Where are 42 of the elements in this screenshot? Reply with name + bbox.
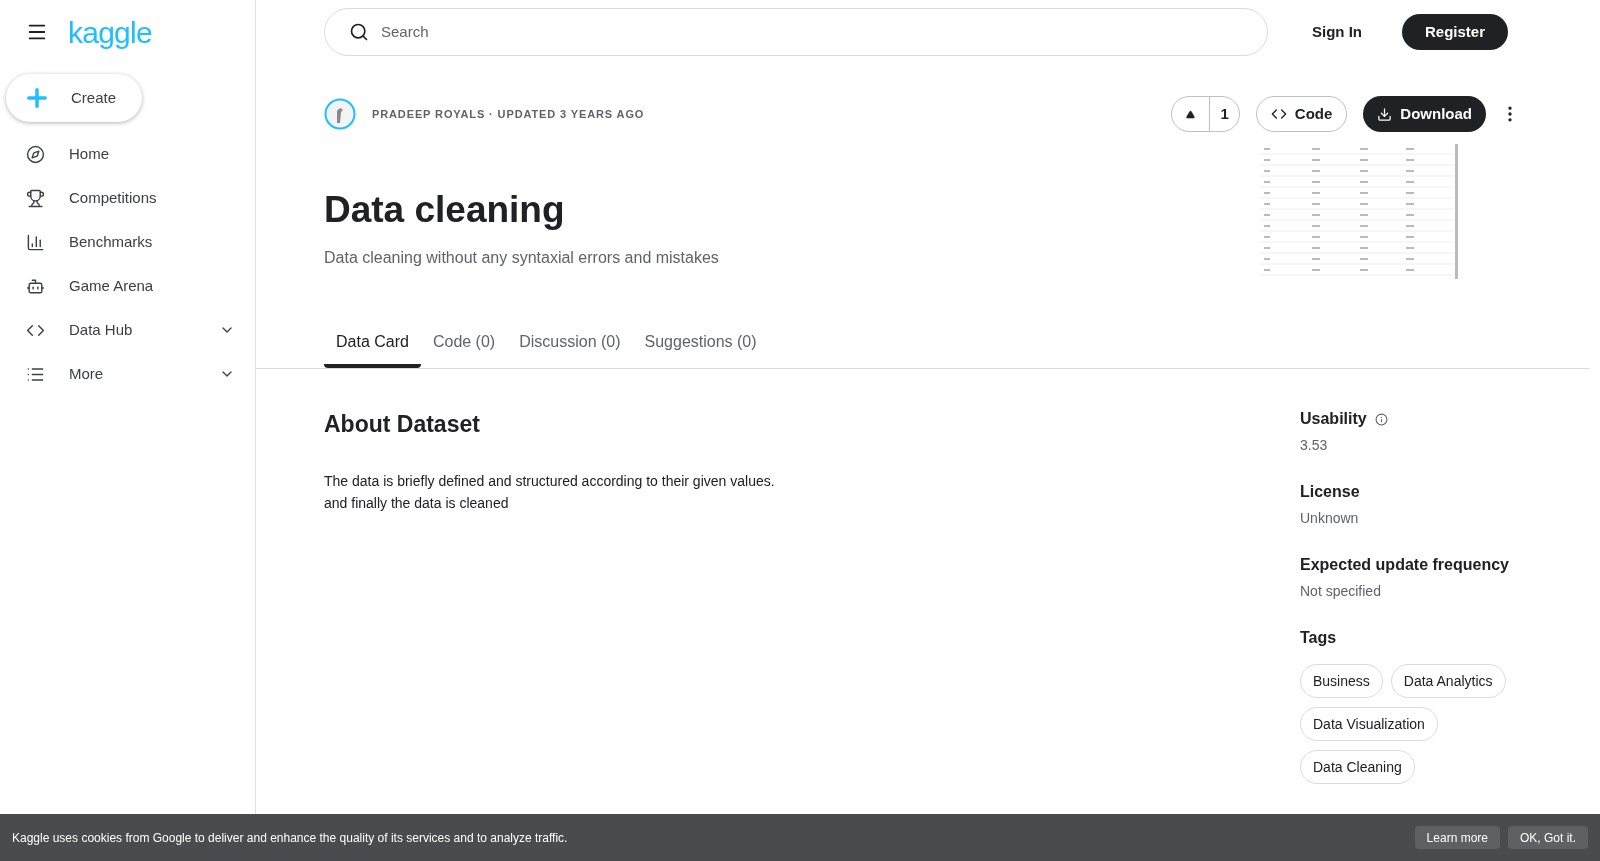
nav-item[interactable]: Benchmarks: [0, 220, 255, 264]
upvote-icon: [1186, 109, 1196, 119]
avatar: [324, 98, 356, 130]
robot-icon: [26, 276, 45, 296]
nav-item[interactable]: Home: [0, 132, 255, 176]
search-icon: [349, 22, 369, 42]
meta-label: Usability: [1300, 409, 1367, 429]
meta-value: Not specified: [1300, 582, 1382, 601]
learn-more-button[interactable]: Learn more: [1414, 826, 1500, 849]
nav-item[interactable]: Game Arena: [0, 264, 255, 308]
create-button[interactable]: Create: [6, 74, 142, 122]
meta-label: License: [1300, 482, 1360, 502]
meta-value: 3.53: [1300, 436, 1329, 455]
sign-in-button[interactable]: Sign In: [1311, 20, 1362, 44]
download-button[interactable]: Download: [1363, 96, 1486, 132]
search-input[interactable]: Search: [381, 20, 1243, 44]
trophy-icon: [26, 188, 45, 208]
tags-heading: Tags: [1300, 628, 1338, 648]
tab[interactable]: Suggestions (0): [632, 330, 769, 368]
section-heading: About Dataset: [324, 410, 481, 439]
dataset-title: Data cleaning: [324, 188, 566, 232]
code-icon: [1270, 106, 1287, 122]
nav-item[interactable]: Competitions: [0, 176, 255, 220]
bar-chart-icon: [26, 232, 45, 252]
tab[interactable]: Data Card: [324, 330, 421, 368]
nav-item[interactable]: More: [0, 352, 255, 396]
vote-count: 1: [1219, 103, 1230, 124]
dataset-subtitle: Data cleaning without any syntaxial errors and mistakes: [324, 247, 720, 268]
meta-label: Expected update frequency: [1300, 555, 1509, 575]
description-text: The data is briefly defined and structured according to their given values.: [324, 471, 776, 491]
tab[interactable]: Discussion (0): [507, 330, 633, 368]
cookie-text: Kaggle uses cookies from Google to deliver and enhance the quality of its services and to analyze traffic.: [12, 829, 569, 847]
compass-icon: [26, 144, 45, 164]
nav-item[interactable]: Data Hub: [0, 308, 255, 352]
download-icon: [1377, 106, 1393, 122]
register-button[interactable]: Register: [1401, 14, 1508, 50]
ok-button[interactable]: OK, Got it.: [1508, 826, 1588, 849]
tab[interactable]: Code (0): [420, 330, 508, 368]
description-text: and finally the data is cleaned: [324, 493, 510, 513]
byline: PRADEEP ROYALS · UPDATED 3 YEARS AGO: [372, 106, 645, 122]
meta-value: Unknown: [1300, 509, 1360, 528]
info-icon[interactable]: [1374, 412, 1388, 426]
